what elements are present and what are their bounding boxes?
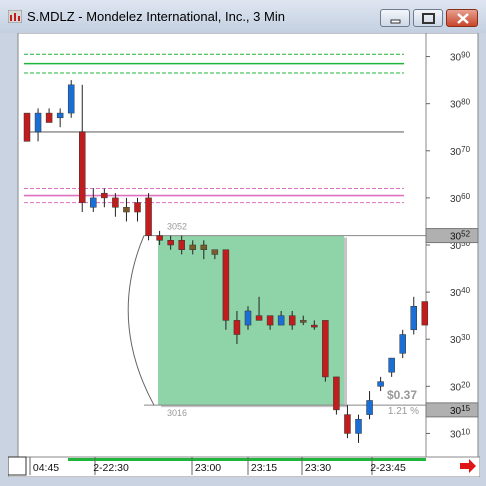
x-tick-label: 2-23:45 <box>370 462 406 474</box>
candle-body <box>211 249 219 255</box>
candle-body <box>344 414 351 434</box>
x-tick-label: 23:00 <box>195 462 221 474</box>
window-title: S.MDLZ - Mondelez International, Inc., 3… <box>27 9 285 24</box>
candle-body <box>123 207 130 213</box>
y-tick-label-sup: 60 <box>461 192 470 201</box>
candle-body <box>23 112 31 142</box>
candle-body <box>255 315 263 321</box>
candle-body <box>322 320 329 378</box>
zone-bottom-label: 3016 <box>167 408 187 418</box>
candle-body <box>56 112 64 119</box>
y-tick-label-sup: 90 <box>461 51 470 60</box>
candle-body <box>90 197 97 208</box>
price-marker-label-sup: 52 <box>461 230 470 239</box>
candle-body <box>145 197 152 236</box>
chart-window: S.MDLZ - Mondelez International, Inc., 3… <box>0 0 486 486</box>
candle-body <box>134 202 141 213</box>
candle-body <box>189 244 196 250</box>
candle-body <box>34 112 42 133</box>
candle-body <box>222 249 230 321</box>
candle-body <box>277 315 285 326</box>
price-marker-label-sup: 15 <box>461 404 470 413</box>
candle-body <box>266 315 274 326</box>
close-button[interactable] <box>446 9 478 27</box>
candle-body <box>300 320 307 323</box>
candle-body <box>366 400 373 415</box>
candle-body <box>355 419 362 434</box>
candle-body <box>156 235 163 241</box>
candle-body <box>311 324 318 328</box>
change-pct-label: 1.21 % <box>388 406 419 417</box>
x-axis: 04:45 2-22:30 23:00 23:15 23:30 2-23:45 <box>8 456 480 477</box>
y-tick-label-sup: 70 <box>461 145 470 154</box>
change-value-label: $0.37 <box>387 388 417 402</box>
candle-body <box>112 197 119 208</box>
candle-body <box>200 244 208 250</box>
y-tick-label-sup: 30 <box>461 333 470 342</box>
minimize-icon <box>390 19 401 24</box>
zone-top-label: 3052 <box>167 222 187 232</box>
candle-body <box>421 301 429 326</box>
candle-body <box>233 320 241 335</box>
x-tick-label: 2-22:30 <box>93 462 129 474</box>
candle-body <box>45 112 53 123</box>
candle-body <box>79 131 86 203</box>
candle-body <box>167 240 174 246</box>
candle-body <box>288 315 296 326</box>
y-tick-label-sup: 20 <box>461 380 470 389</box>
candle-body <box>377 381 384 387</box>
x-tick-label: 23:15 <box>251 462 277 474</box>
close-icon <box>457 13 469 24</box>
maximize-icon <box>422 13 435 24</box>
x-tick-label: 04:45 <box>33 462 59 474</box>
chart-app-icon <box>8 10 22 23</box>
maximize-button[interactable] <box>413 9 443 27</box>
title-bar[interactable]: S.MDLZ - Mondelez International, Inc., 3… <box>0 0 486 33</box>
y-tick-label-sup: 10 <box>461 427 470 436</box>
x-tick-label: 23:30 <box>305 462 331 474</box>
y-tick-label-sup: 40 <box>461 286 470 295</box>
candle-body <box>178 240 185 250</box>
candle-body <box>333 376 340 411</box>
candle-body <box>67 84 75 114</box>
candle-body <box>101 192 108 199</box>
x-axis-corner <box>8 456 27 476</box>
candle-body <box>410 305 417 331</box>
candle-body <box>399 334 406 354</box>
candle-body <box>388 357 395 373</box>
candle-body <box>244 310 252 326</box>
minimize-button[interactable] <box>380 9 410 27</box>
y-tick-label-sup: 80 <box>461 98 470 107</box>
price-chart[interactable]: 3010302030303040305030603070308030903052… <box>8 33 480 477</box>
